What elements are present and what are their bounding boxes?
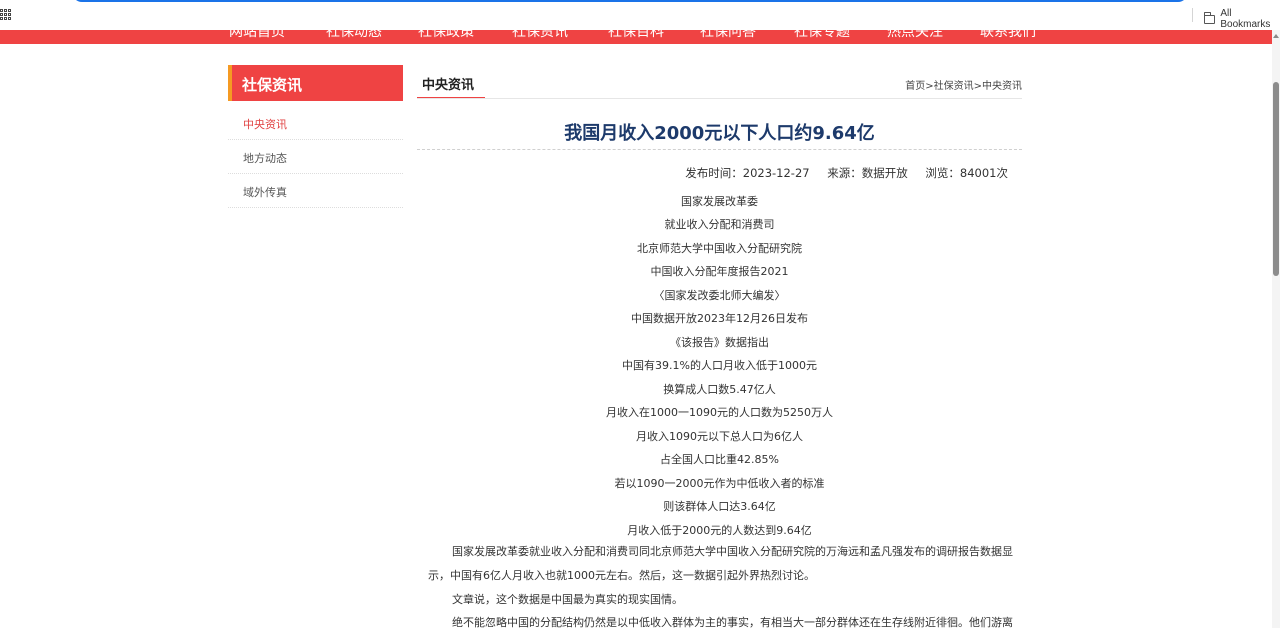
main-nav: 网站首页 社保动态 社保政策 社保资讯 社保百科 社保问答 社保专题 热点关注 … bbox=[0, 30, 1272, 44]
apps-grid-icon[interactable] bbox=[0, 9, 11, 20]
body-line: 《该报告》数据指出 bbox=[670, 336, 769, 349]
breadcrumb: 首页>社保资讯>中央资讯 bbox=[905, 77, 1022, 92]
article-title: 我国月收入2000元以下人口约9.64亿 bbox=[564, 123, 875, 144]
bookmarks-bar: All Bookmarks bbox=[0, 0, 1280, 30]
scroll-up-arrow-icon[interactable] bbox=[1273, 34, 1279, 38]
body-line: 占全国人口比重42.85% bbox=[660, 453, 779, 466]
title-divider bbox=[417, 149, 1022, 150]
body-paragraph: 国家发展改革委就业收入分配和消费司同北京师范大学中国收入分配研究院的万海远和孟凡… bbox=[428, 545, 1013, 582]
folder-icon bbox=[1204, 11, 1216, 24]
bookmarks-divider bbox=[1192, 8, 1193, 22]
nav-item-topics[interactable]: 社保专题 bbox=[794, 30, 850, 41]
breadcrumb-separator: > bbox=[973, 81, 982, 92]
nav-item-wiki[interactable]: 社保百科 bbox=[608, 30, 664, 41]
article-meta: 发布时间：2023-12-27 来源：数据开放 浏览：84001次 bbox=[685, 165, 1008, 181]
publish-date: 发布时间：2023-12-27 bbox=[685, 166, 810, 180]
article-source: 来源：数据开放 bbox=[827, 166, 908, 180]
breadcrumb-current[interactable]: 中央资讯 bbox=[982, 81, 1022, 92]
breadcrumb-section[interactable]: 社保资讯 bbox=[934, 81, 974, 92]
breadcrumb-separator: > bbox=[925, 81, 934, 92]
sidebar-item-central[interactable]: 中央资讯 bbox=[228, 106, 403, 140]
nav-item-news[interactable]: 社保动态 bbox=[326, 30, 382, 41]
nav-item-info[interactable]: 社保资讯 bbox=[512, 30, 568, 41]
scrollbar-thumb[interactable] bbox=[1273, 82, 1279, 276]
nav-item-policy[interactable]: 社保政策 bbox=[418, 30, 474, 41]
section-tab[interactable]: 中央资讯 bbox=[417, 65, 485, 99]
body-line: 则该群体人口达3.64亿 bbox=[663, 500, 776, 513]
section-tab-label: 中央资讯 bbox=[422, 78, 475, 93]
body-line: 就业收入分配和消费司 bbox=[664, 218, 775, 231]
sidebar-item-label: 地方动态 bbox=[243, 152, 287, 165]
sidebar-item-overseas[interactable]: 域外传真 bbox=[228, 174, 403, 208]
sidebar-title: 社保资讯 bbox=[242, 76, 303, 94]
sidebar-header: 社保资讯 bbox=[228, 65, 403, 101]
body-paragraph: 文章说，这个数据是中国最为真实的现实国情。 bbox=[452, 593, 683, 606]
nav-item-hot[interactable]: 热点关注 bbox=[887, 30, 943, 41]
body-line: 月收入低于2000元的人数达到9.64亿 bbox=[627, 524, 812, 537]
view-count: 浏览：84001次 bbox=[925, 166, 1008, 180]
sidebar-item-label: 域外传真 bbox=[243, 186, 287, 199]
body-line: 中国数据开放2023年12月26日发布 bbox=[631, 312, 808, 325]
nav-item-contact[interactable]: 联系我们 bbox=[980, 30, 1036, 41]
body-line: 月收入在1000一1090元的人口数为5250万人 bbox=[606, 406, 833, 419]
breadcrumb-home[interactable]: 首页 bbox=[905, 81, 925, 92]
body-line: 国家发展改革委 bbox=[681, 195, 758, 208]
header-divider bbox=[417, 98, 1022, 99]
all-bookmarks-button[interactable]: All Bookmarks bbox=[1204, 8, 1280, 30]
sidebar-item-label: 中央资讯 bbox=[243, 118, 287, 131]
nav-item-home[interactable]: 网站首页 bbox=[229, 30, 285, 41]
body-line: 月收入1090元以下总人口为6亿人 bbox=[636, 430, 803, 443]
body-line: 北京师范大学中国收入分配研究院 bbox=[637, 242, 802, 255]
body-line: 换算成人口数5.47亿人 bbox=[663, 383, 776, 396]
body-line: 〈国家发改委北师大编发〉 bbox=[653, 289, 786, 302]
body-line: 中国有39.1%的人口月收入低于1000元 bbox=[622, 359, 817, 372]
nav-item-qa[interactable]: 社保问答 bbox=[700, 30, 756, 41]
body-paragraph: 绝不能忽略中国的分配结构仍然是以中低收入群体为主的事实，有相当大一部分群体还在生… bbox=[452, 616, 1013, 628]
body-line: 中国收入分配年度报告2021 bbox=[650, 265, 789, 278]
body-line: 若以1090一2000元作为中低收入者的标准 bbox=[614, 477, 825, 490]
address-bar[interactable] bbox=[72, 0, 1188, 2]
all-bookmarks-label: All Bookmarks bbox=[1220, 8, 1271, 30]
sidebar-item-local[interactable]: 地方动态 bbox=[228, 140, 403, 174]
